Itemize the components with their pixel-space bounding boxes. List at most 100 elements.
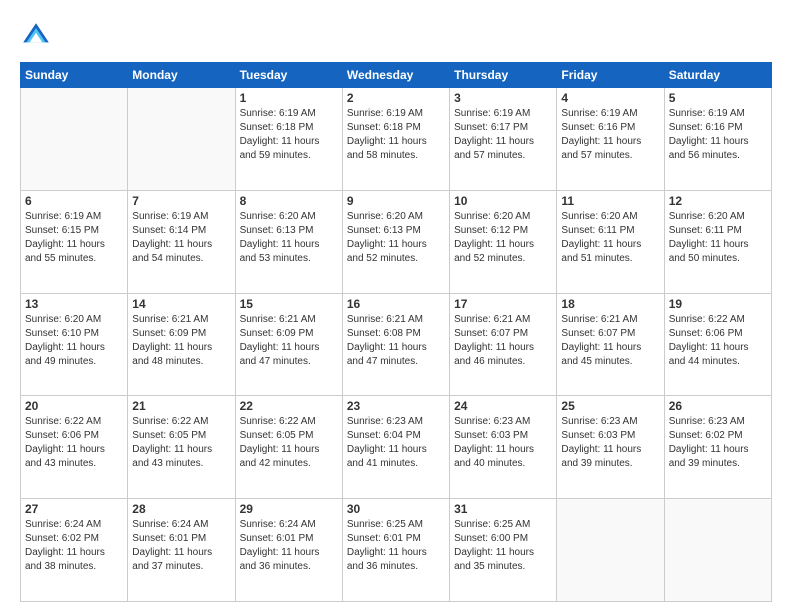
- day-number: 6: [25, 194, 123, 208]
- day-cell: 10 Sunrise: 6:20 AM Sunset: 6:12 PM Dayli…: [450, 190, 557, 293]
- day-number: 5: [669, 91, 767, 105]
- day-info: Sunrise: 6:25 AM Sunset: 6:00 PM Dayligh…: [454, 518, 552, 574]
- day-info: Sunrise: 6:21 AM Sunset: 6:09 PM Dayligh…: [240, 313, 338, 369]
- day-info: Sunrise: 6:24 AM Sunset: 6:02 PM Dayligh…: [25, 518, 123, 574]
- day-cell: 21 Sunrise: 6:22 AM Sunset: 6:05 PM Dayli…: [128, 396, 235, 499]
- day-number: 2: [347, 91, 445, 105]
- day-info: Sunrise: 6:20 AM Sunset: 6:13 PM Dayligh…: [347, 210, 445, 266]
- day-number: 24: [454, 399, 552, 413]
- day-number: 28: [132, 502, 230, 516]
- day-cell: 3 Sunrise: 6:19 AM Sunset: 6:17 PM Daylig…: [450, 88, 557, 191]
- day-info: Sunrise: 6:21 AM Sunset: 6:09 PM Dayligh…: [132, 313, 230, 369]
- day-info: Sunrise: 6:19 AM Sunset: 6:18 PM Dayligh…: [347, 107, 445, 163]
- day-number: 4: [561, 91, 659, 105]
- day-cell: 18Sunrise: 6:21 AM Sunset: 6:07 PM Dayli…: [557, 293, 664, 396]
- day-number: 20: [25, 399, 123, 413]
- page: SundayMondayTuesdayWednesdayThursdayFrid…: [0, 0, 792, 612]
- day-cell: 5 Sunrise: 6:19 AM Sunset: 6:16 PM Daylig…: [664, 88, 771, 191]
- weekday-header-tuesday: Tuesday: [235, 63, 342, 88]
- day-number: 9: [347, 194, 445, 208]
- day-info: Sunrise: 6:20 AM Sunset: 6:11 PM Dayligh…: [561, 210, 659, 266]
- day-number: 14: [132, 297, 230, 311]
- day-number: 29: [240, 502, 338, 516]
- day-cell: 1Sunrise: 6:19 AM Sunset: 6:18 PM Daylig…: [235, 88, 342, 191]
- day-info: Sunrise: 6:20 AM Sunset: 6:13 PM Dayligh…: [240, 210, 338, 266]
- day-info: Sunrise: 6:22 AM Sunset: 6:05 PM Dayligh…: [240, 415, 338, 471]
- day-number: 27: [25, 502, 123, 516]
- day-number: 31: [454, 502, 552, 516]
- day-info: Sunrise: 6:20 AM Sunset: 6:12 PM Dayligh…: [454, 210, 552, 266]
- day-info: Sunrise: 6:23 AM Sunset: 6:03 PM Dayligh…: [454, 415, 552, 471]
- week-row-3: 13 Sunrise: 6:20 AM Sunset: 6:10 PM Dayli…: [21, 293, 772, 396]
- day-cell: 12Sunrise: 6:20 AM Sunset: 6:11 PM Dayli…: [664, 190, 771, 293]
- day-cell: 23Sunrise: 6:23 AM Sunset: 6:04 PM Dayli…: [342, 396, 449, 499]
- day-number: 13: [25, 297, 123, 311]
- day-cell: 8 Sunrise: 6:20 AM Sunset: 6:13 PM Daylig…: [235, 190, 342, 293]
- weekday-header-monday: Monday: [128, 63, 235, 88]
- day-number: 12: [669, 194, 767, 208]
- week-row-4: 20 Sunrise: 6:22 AM Sunset: 6:06 PM Dayli…: [21, 396, 772, 499]
- day-number: 17: [454, 297, 552, 311]
- day-info: Sunrise: 6:23 AM Sunset: 6:04 PM Dayligh…: [347, 415, 445, 471]
- weekday-header-saturday: Saturday: [664, 63, 771, 88]
- day-number: 1: [240, 91, 338, 105]
- day-number: 22: [240, 399, 338, 413]
- day-cell: 30 Sunrise: 6:25 AM Sunset: 6:01 PM Dayli…: [342, 499, 449, 602]
- day-cell: 31 Sunrise: 6:25 AM Sunset: 6:00 PM Dayli…: [450, 499, 557, 602]
- day-cell: [664, 499, 771, 602]
- day-info: Sunrise: 6:19 AM Sunset: 6:16 PM Dayligh…: [669, 107, 767, 163]
- day-cell: [21, 88, 128, 191]
- day-info: Sunrise: 6:19 AM Sunset: 6:16 PM Dayligh…: [561, 107, 659, 163]
- day-info: Sunrise: 6:20 AM Sunset: 6:10 PM Dayligh…: [25, 313, 123, 369]
- day-number: 11: [561, 194, 659, 208]
- week-row-5: 27 Sunrise: 6:24 AM Sunset: 6:02 PM Dayli…: [21, 499, 772, 602]
- day-number: 25: [561, 399, 659, 413]
- day-cell: 16 Sunrise: 6:21 AM Sunset: 6:08 PM Dayli…: [342, 293, 449, 396]
- day-cell: 27 Sunrise: 6:24 AM Sunset: 6:02 PM Dayli…: [21, 499, 128, 602]
- day-cell: 24 Sunrise: 6:23 AM Sunset: 6:03 PM Dayli…: [450, 396, 557, 499]
- day-cell: 4 Sunrise: 6:19 AM Sunset: 6:16 PM Daylig…: [557, 88, 664, 191]
- day-number: 26: [669, 399, 767, 413]
- day-number: 21: [132, 399, 230, 413]
- day-info: Sunrise: 6:19 AM Sunset: 6:17 PM Dayligh…: [454, 107, 552, 163]
- day-info: Sunrise: 6:24 AM Sunset: 6:01 PM Dayligh…: [132, 518, 230, 574]
- day-cell: [128, 88, 235, 191]
- logo: [20, 20, 56, 52]
- day-info: Sunrise: 6:19 AM Sunset: 6:15 PM Dayligh…: [25, 210, 123, 266]
- day-cell: 17 Sunrise: 6:21 AM Sunset: 6:07 PM Dayli…: [450, 293, 557, 396]
- day-cell: 19Sunrise: 6:22 AM Sunset: 6:06 PM Dayli…: [664, 293, 771, 396]
- day-cell: 29 Sunrise: 6:24 AM Sunset: 6:01 PM Dayli…: [235, 499, 342, 602]
- day-number: 8: [240, 194, 338, 208]
- day-cell: 15 Sunrise: 6:21 AM Sunset: 6:09 PM Dayli…: [235, 293, 342, 396]
- day-info: Sunrise: 6:23 AM Sunset: 6:03 PM Dayligh…: [561, 415, 659, 471]
- logo-icon: [20, 20, 52, 52]
- day-number: 7: [132, 194, 230, 208]
- header: [20, 16, 772, 52]
- day-cell: 6 Sunrise: 6:19 AM Sunset: 6:15 PM Daylig…: [21, 190, 128, 293]
- day-cell: 9 Sunrise: 6:20 AM Sunset: 6:13 PM Daylig…: [342, 190, 449, 293]
- day-number: 18: [561, 297, 659, 311]
- day-cell: 14 Sunrise: 6:21 AM Sunset: 6:09 PM Dayli…: [128, 293, 235, 396]
- day-cell: 22 Sunrise: 6:22 AM Sunset: 6:05 PM Dayli…: [235, 396, 342, 499]
- day-number: 16: [347, 297, 445, 311]
- day-info: Sunrise: 6:22 AM Sunset: 6:06 PM Dayligh…: [25, 415, 123, 471]
- day-number: 30: [347, 502, 445, 516]
- weekday-header-friday: Friday: [557, 63, 664, 88]
- day-info: Sunrise: 6:22 AM Sunset: 6:05 PM Dayligh…: [132, 415, 230, 471]
- weekday-header-thursday: Thursday: [450, 63, 557, 88]
- day-info: Sunrise: 6:21 AM Sunset: 6:07 PM Dayligh…: [454, 313, 552, 369]
- day-number: 10: [454, 194, 552, 208]
- day-info: Sunrise: 6:25 AM Sunset: 6:01 PM Dayligh…: [347, 518, 445, 574]
- day-info: Sunrise: 6:24 AM Sunset: 6:01 PM Dayligh…: [240, 518, 338, 574]
- day-cell: 20 Sunrise: 6:22 AM Sunset: 6:06 PM Dayli…: [21, 396, 128, 499]
- day-cell: 28 Sunrise: 6:24 AM Sunset: 6:01 PM Dayli…: [128, 499, 235, 602]
- day-number: 3: [454, 91, 552, 105]
- day-cell: 13 Sunrise: 6:20 AM Sunset: 6:10 PM Dayli…: [21, 293, 128, 396]
- day-info: Sunrise: 6:21 AM Sunset: 6:08 PM Dayligh…: [347, 313, 445, 369]
- day-number: 15: [240, 297, 338, 311]
- week-row-1: 1 Sunrise: 6:19 AM Sunset: 6:18 PM Daylig…: [21, 88, 772, 191]
- day-cell: 7Sunrise: 6:19 AM Sunset: 6:14 PM Daylig…: [128, 190, 235, 293]
- day-cell: 11 Sunrise: 6:20 AM Sunset: 6:11 PM Dayli…: [557, 190, 664, 293]
- day-info: Sunrise: 6:23 AM Sunset: 6:02 PM Dayligh…: [669, 415, 767, 471]
- day-cell: 25 Sunrise: 6:23 AM Sunset: 6:03 PM Dayli…: [557, 396, 664, 499]
